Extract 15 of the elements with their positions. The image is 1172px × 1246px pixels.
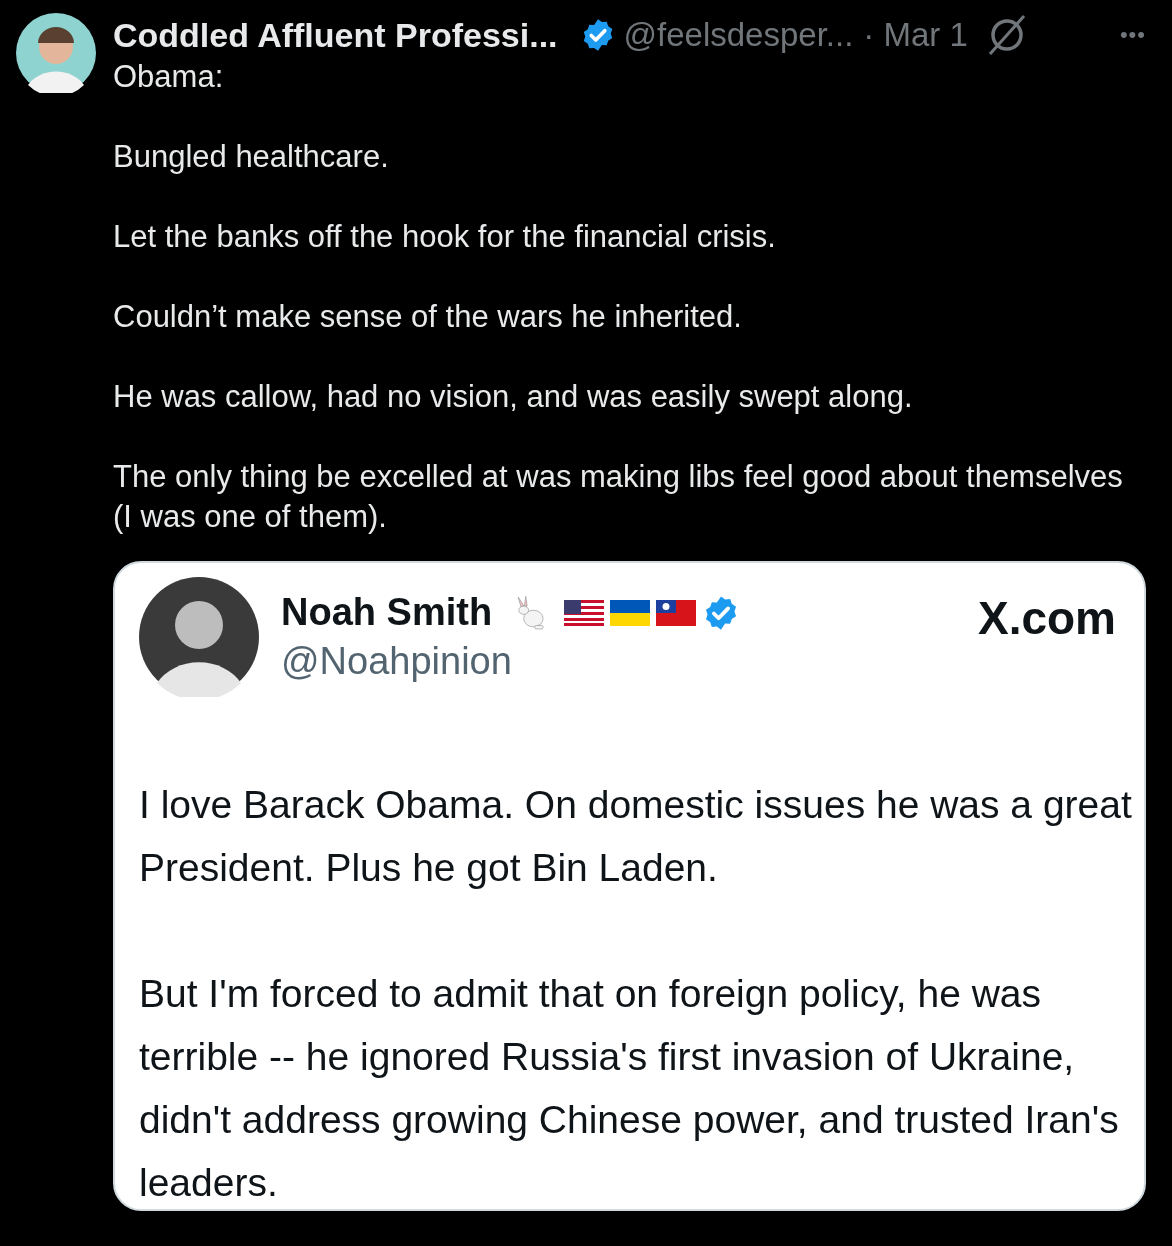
post-date[interactable]: · Mar 1 bbox=[863, 16, 968, 54]
post-paragraph: The only thing be excelled at was making libs feel good about themselves (I was one of them). bbox=[113, 458, 1124, 536]
source-label: X.com bbox=[977, 591, 1116, 645]
author-handle: @feelsdesper... bbox=[623, 16, 854, 54]
post-paragraph: Couldn’t make sense of the wars he inherited. bbox=[113, 298, 743, 336]
quoted-paragraph: But I'm forced to admit that on foreign policy, he was terrible -- he ignored Russia's first invasion of Ukraine, didn't address growing Chinese power, and trusted Iran's leaders. bbox=[139, 971, 1120, 1206]
post-paragraph: Obama: bbox=[113, 58, 225, 96]
more-button[interactable]: ••• bbox=[1119, 22, 1146, 48]
post-paragraph: Let the banks off the hook for the financial crisis. bbox=[113, 218, 777, 256]
author-name: Coddled Affluent Professi... bbox=[113, 15, 558, 55]
post-paragraph: He was callow, had no vision, and was easily swept along. bbox=[113, 378, 914, 416]
author-handle: @Noahpinion bbox=[281, 640, 513, 683]
quoted-paragraph: I love Barack Obama. On domestic issues he was a great President. Plus he got Bin Laden. bbox=[139, 782, 1133, 891]
post-paragraph: Bungled healthcare. bbox=[113, 138, 390, 176]
author-name: Noah Smith bbox=[281, 591, 493, 634]
